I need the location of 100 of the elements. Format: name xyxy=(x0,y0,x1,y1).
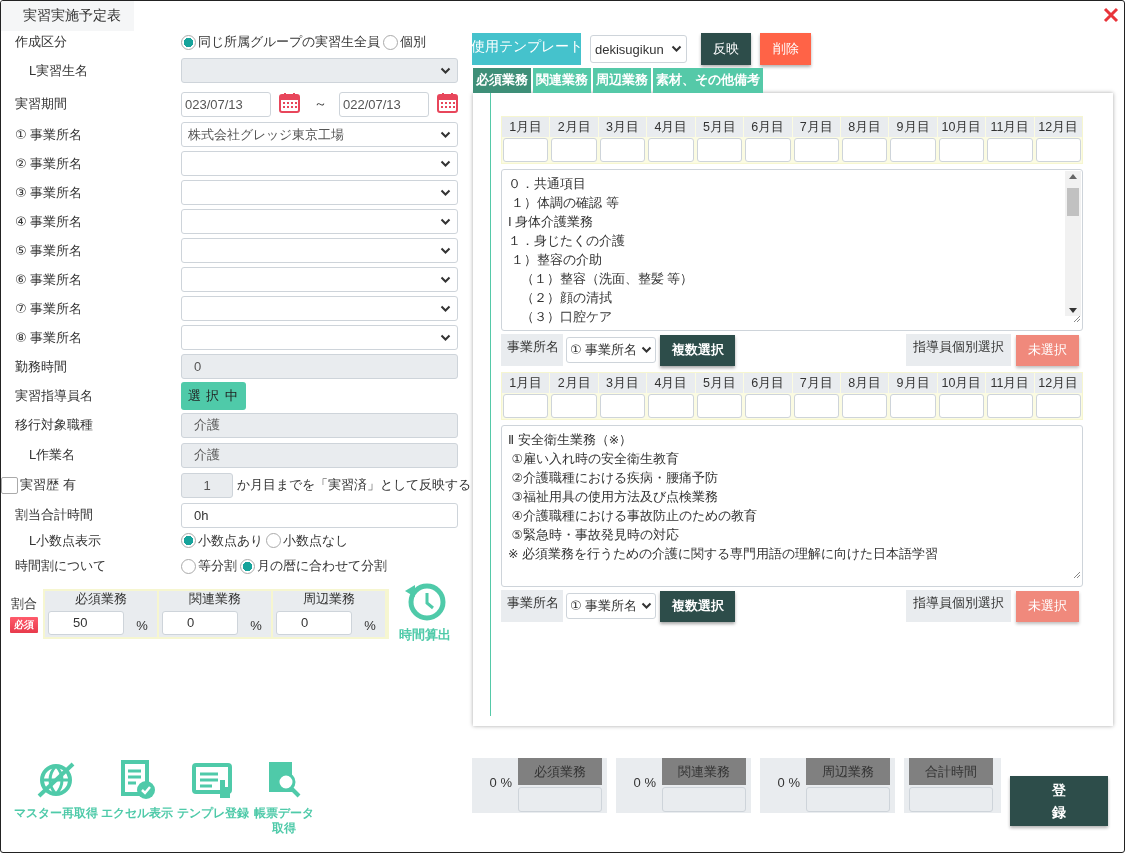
resize-grip-icon[interactable] xyxy=(1072,570,1081,579)
checkbox[interactable] xyxy=(1,476,18,494)
radio-button[interactable] xyxy=(181,533,196,548)
month-input[interactable] xyxy=(987,394,1033,418)
select-field[interactable]: ① 事業所名 xyxy=(566,593,656,619)
month-input[interactable] xyxy=(599,394,646,418)
up-arrow-icon xyxy=(1069,174,1077,179)
month-input[interactable] xyxy=(938,394,985,418)
book-search-icon xyxy=(266,760,302,800)
month-header: 7月目 xyxy=(792,373,840,393)
apply-button[interactable]: 反映 xyxy=(701,33,751,65)
month-input[interactable] xyxy=(745,138,791,162)
field-label: 作成区分 xyxy=(15,33,68,51)
select-field[interactable] xyxy=(181,151,458,176)
unit-label: % xyxy=(363,617,377,633)
percent-value: 0 % xyxy=(632,774,657,792)
month-input[interactable] xyxy=(648,138,694,162)
month-header: 6月目 xyxy=(744,117,792,137)
month-input[interactable] xyxy=(938,138,985,162)
radio-button[interactable] xyxy=(181,558,196,574)
month-input[interactable] xyxy=(841,394,888,418)
month-input[interactable] xyxy=(841,138,888,162)
month-header: 9月目 xyxy=(889,373,937,393)
month-input[interactable] xyxy=(503,138,549,162)
select-field[interactable]: 株式会社グレッジ東京工場 xyxy=(181,122,458,147)
month-header: 8月目 xyxy=(840,373,889,393)
select-field[interactable] xyxy=(181,238,458,263)
template-label: 使用テンプレート xyxy=(472,33,581,65)
radio-button[interactable] xyxy=(266,533,281,548)
text-area[interactable]: ０．共通項目 １）体調の確認 等 Ⅰ 身体介護業務 １．身じたくの介護 １）整容の介助 （１）整容（洗面、整髪 等） （２）顔の清拭 （３）口腔ケア xyxy=(501,169,1083,331)
template-select[interactable]: dekisugikun xyxy=(590,35,687,63)
month-input[interactable] xyxy=(551,394,597,418)
select-button[interactable]: 選 択 中 xyxy=(181,381,246,410)
month-header: 3月目 xyxy=(598,373,647,393)
month-header: 1月目 xyxy=(502,373,550,393)
month-header: 5月目 xyxy=(695,373,744,393)
month-header: 4月目 xyxy=(647,117,695,137)
tab[interactable]: 必須業務 xyxy=(473,68,531,93)
radio-button[interactable] xyxy=(181,34,196,50)
select-field[interactable]: ① 事業所名 xyxy=(566,337,656,363)
chevron-icon xyxy=(671,45,682,53)
select-field[interactable] xyxy=(181,296,458,321)
select-field[interactable] xyxy=(181,325,458,350)
month-header: 10月目 xyxy=(937,117,986,137)
month-input[interactable] xyxy=(696,394,743,418)
month-input[interactable] xyxy=(599,138,646,162)
calendar-icon[interactable] xyxy=(279,92,300,113)
field-label: 時間割について xyxy=(15,557,107,575)
month-input[interactable] xyxy=(890,394,936,418)
calendar-icon[interactable] xyxy=(437,92,458,113)
multi-select-button[interactable]: 複数選択 xyxy=(660,590,735,622)
radio-button[interactable] xyxy=(383,34,398,50)
register-button[interactable]: 登録 xyxy=(1010,776,1108,826)
month-input[interactable] xyxy=(551,138,597,162)
month-header: 12月目 xyxy=(1034,373,1082,393)
close-icon[interactable] xyxy=(1103,7,1119,23)
select-field[interactable] xyxy=(181,267,458,292)
chevron-icon xyxy=(440,217,451,226)
month-input[interactable] xyxy=(1035,394,1081,418)
select-field[interactable] xyxy=(181,209,458,234)
radio-button[interactable] xyxy=(240,558,255,574)
input-field[interactable]: 1 xyxy=(181,472,233,498)
date-field[interactable]: 023/07/13 xyxy=(181,91,271,117)
month-header: 11月目 xyxy=(986,117,1034,137)
month-input[interactable] xyxy=(793,394,839,418)
radio-label: 同じ所属グループの実習生全員 xyxy=(198,33,380,51)
input-field[interactable]: 0 xyxy=(162,610,238,635)
radio-label: 個別 xyxy=(400,33,426,51)
globe-icon xyxy=(36,760,76,800)
select-field[interactable] xyxy=(181,180,458,205)
resize-grip-icon[interactable] xyxy=(1072,314,1081,323)
field-label: 割合 xyxy=(11,595,37,613)
input-field[interactable]: 50 xyxy=(48,610,124,635)
month-input[interactable] xyxy=(793,138,839,162)
chevron-icon xyxy=(440,333,451,342)
date-field[interactable]: 022/07/13 xyxy=(339,91,429,117)
month-input[interactable] xyxy=(696,138,743,162)
multi-select-button[interactable]: 複数選択 xyxy=(660,334,735,366)
month-input[interactable] xyxy=(745,394,791,418)
column-header: 周辺業務 xyxy=(273,591,385,608)
chevron-icon xyxy=(440,188,451,197)
percent-value: 0 % xyxy=(776,774,801,792)
month-input[interactable] xyxy=(1035,138,1081,162)
month-input[interactable] xyxy=(890,138,936,162)
field-label: ⑦ 事業所名 xyxy=(15,299,84,318)
scrollbar-thumb[interactable] xyxy=(1067,188,1079,216)
field-label: 割当合計時間 xyxy=(15,506,94,524)
clock-icon xyxy=(403,581,447,623)
text-area[interactable]: Ⅱ 安全衛生業務（※） ①雇い入れ時の安全衛生教育 ②介護職種における疾病・腰痛予防 ③福祉用具の使用方法及び点検業務 ④介護職種における事故防止のための教育 ⑤緊急時・事故発見時の対応 ※ 必須業務を行うための介護に関する専門用語の理解に向けた日本語学習 xyxy=(501,425,1083,587)
scrollbar[interactable] xyxy=(1065,171,1081,316)
range-separator: ～ xyxy=(314,95,327,113)
month-input[interactable] xyxy=(503,394,549,418)
month-input[interactable] xyxy=(648,394,694,418)
input-field[interactable]: 0 xyxy=(276,610,352,635)
input-field[interactable]: 0h xyxy=(181,502,458,528)
field-label: ④ 事業所名 xyxy=(15,212,84,231)
month-input[interactable] xyxy=(987,138,1033,162)
chevron-icon xyxy=(641,346,652,354)
radio-label: 月の暦に合わせて分割 xyxy=(257,557,387,575)
month-header: 3月目 xyxy=(598,117,647,137)
